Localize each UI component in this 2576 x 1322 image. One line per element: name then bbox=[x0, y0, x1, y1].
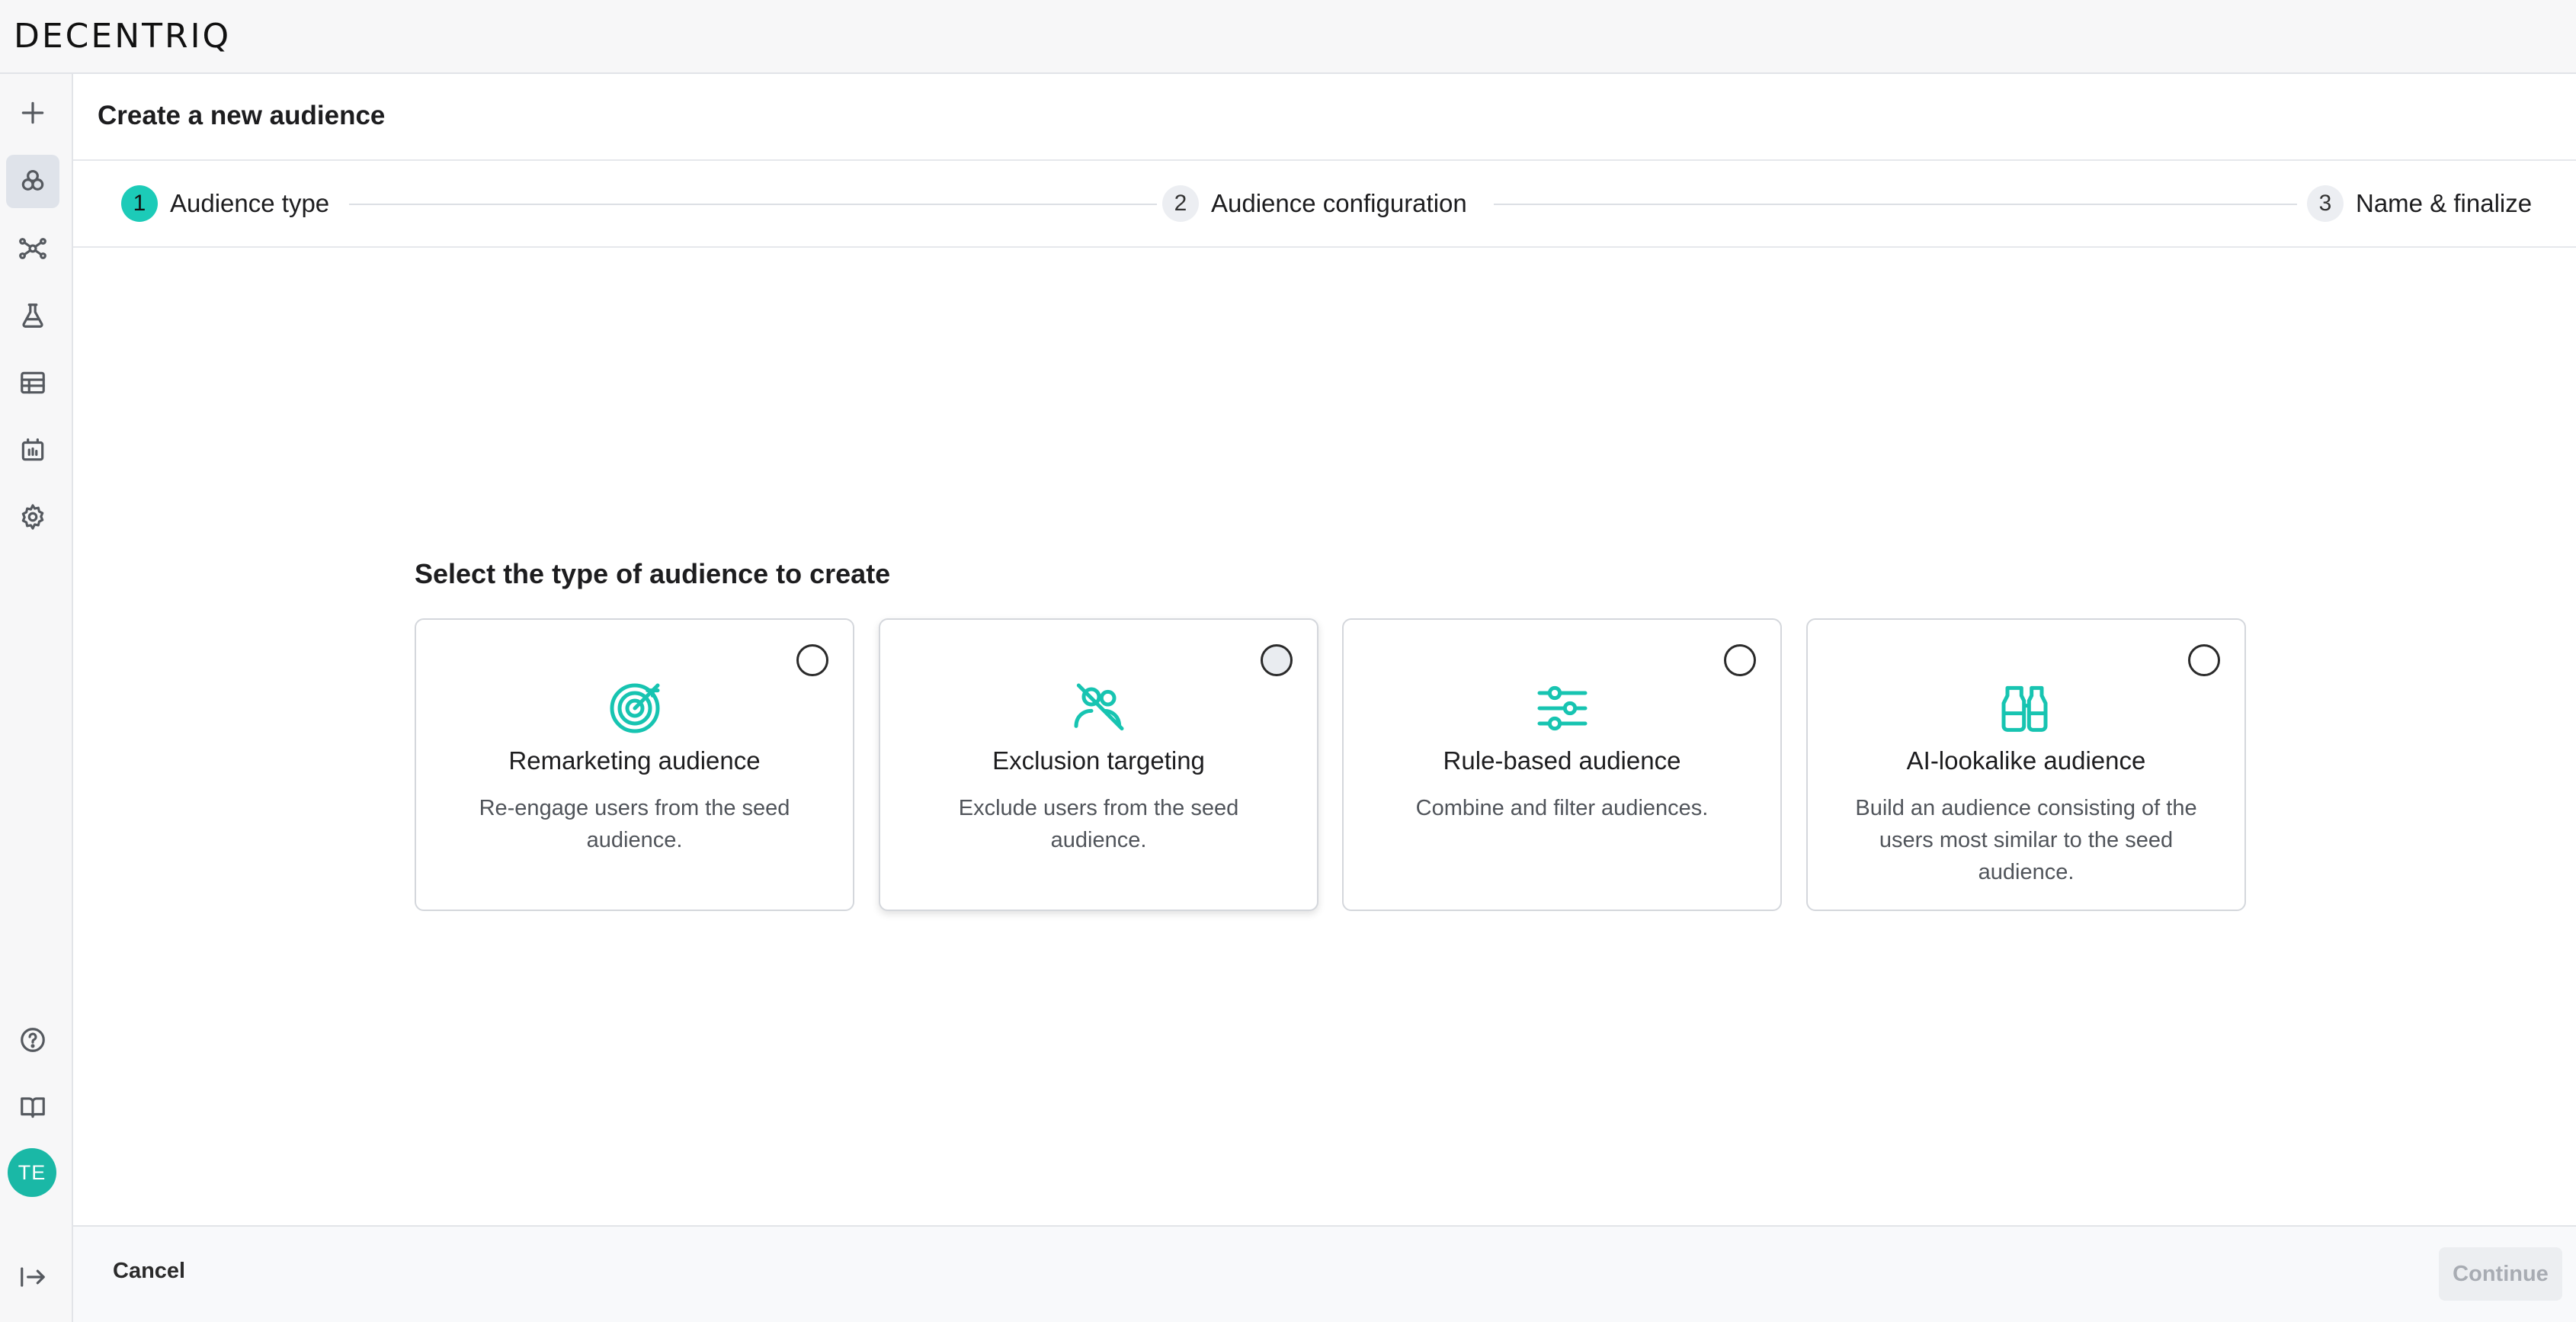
step-number: 1 bbox=[121, 185, 158, 222]
target-icon bbox=[604, 678, 665, 739]
section-title: Select the type of audience to create bbox=[415, 558, 891, 589]
footer-bar: Cancel Continue bbox=[73, 1225, 2576, 1322]
gear-icon[interactable] bbox=[6, 490, 59, 544]
continue-button[interactable]: Continue bbox=[2439, 1247, 2562, 1301]
card-description: Combine and filter audiences. bbox=[1415, 796, 1709, 820]
help-icon[interactable] bbox=[6, 1013, 59, 1067]
radio-button[interactable] bbox=[1724, 644, 1756, 676]
avatar[interactable]: TE bbox=[8, 1148, 56, 1197]
card-description: Re-engage users from the seed audience. bbox=[479, 796, 790, 852]
top-bar: DECENTRIQ bbox=[0, 0, 2576, 74]
divider bbox=[73, 246, 2576, 248]
page-title: Create a new audience bbox=[98, 101, 386, 130]
network-icon[interactable] bbox=[6, 222, 59, 275]
audience-type-card-ai-lookalike[interactable]: AI-lookalike audience Build an audience … bbox=[1806, 618, 2246, 911]
divider bbox=[73, 159, 2576, 161]
card-title: Remarketing audience bbox=[508, 746, 761, 775]
card-description: Exclude users from the seed audience. bbox=[958, 796, 1239, 852]
step-name-finalize[interactable]: 3 Name & finalize bbox=[2307, 185, 2532, 223]
card-title: Rule-based audience bbox=[1443, 746, 1681, 775]
plus-icon[interactable] bbox=[6, 86, 59, 140]
radio-button[interactable] bbox=[796, 644, 828, 676]
audiences-icon[interactable] bbox=[6, 155, 59, 208]
audience-type-card-rule-based[interactable]: Rule-based audience Combine and filter a… bbox=[1342, 618, 1782, 911]
audience-type-card-exclusion[interactable]: Exclusion targeting Exclude users from t… bbox=[879, 618, 1318, 911]
user-excluded-icon bbox=[1069, 678, 1129, 739]
step-connector bbox=[1494, 204, 2297, 205]
step-connector bbox=[349, 204, 1157, 205]
card-title: AI-lookalike audience bbox=[1906, 746, 2146, 775]
step-label: Name & finalize bbox=[2356, 189, 2533, 217]
radio-button[interactable] bbox=[1261, 644, 1293, 676]
audience-type-card-remarketing[interactable]: Remarketing audience Re-engage users fro… bbox=[415, 618, 854, 911]
cancel-button[interactable]: Cancel bbox=[113, 1259, 185, 1284]
step-audience-type[interactable]: 1 Audience type bbox=[121, 185, 329, 223]
datalab-icon[interactable] bbox=[6, 423, 59, 476]
flask-icon[interactable] bbox=[6, 289, 59, 342]
app-logo[interactable]: DECENTRIQ bbox=[14, 17, 231, 56]
step-label: Audience configuration bbox=[1211, 189, 1467, 217]
sidebar: TE bbox=[0, 74, 73, 1322]
expand-sidebar-icon[interactable] bbox=[6, 1250, 59, 1304]
card-title: Exclusion targeting bbox=[992, 746, 1205, 775]
step-label: Audience type bbox=[170, 189, 330, 217]
sliders-icon bbox=[1532, 678, 1593, 739]
step-number: 3 bbox=[2307, 185, 2344, 222]
step-audience-configuration[interactable]: 2 Audience configuration bbox=[1162, 185, 1467, 223]
card-description: Build an audience consisting of the user… bbox=[1855, 796, 2197, 884]
table-icon[interactable] bbox=[6, 356, 59, 409]
binoculars-icon bbox=[1996, 678, 2057, 739]
book-icon[interactable] bbox=[6, 1080, 59, 1134]
step-number: 2 bbox=[1162, 185, 1199, 222]
radio-button[interactable] bbox=[2188, 644, 2220, 676]
